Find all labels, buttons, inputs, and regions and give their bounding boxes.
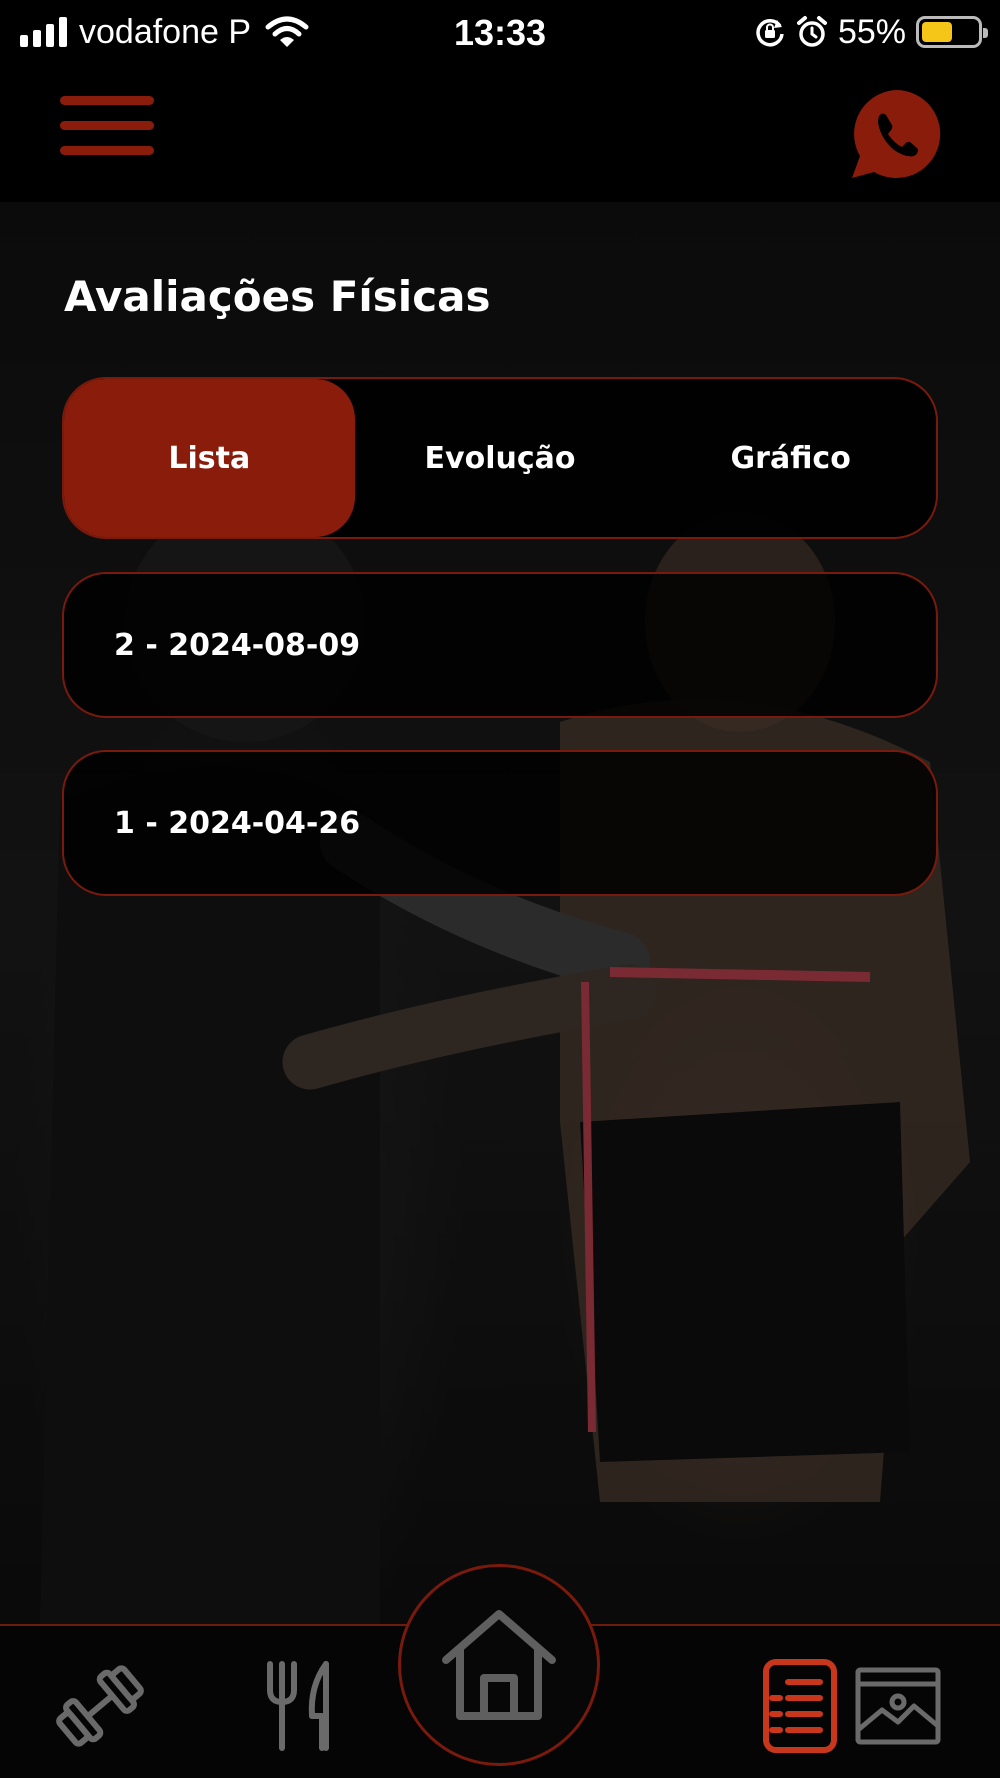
main-content: Avaliações Físicas Lista Evolução Gráfic… [0,202,1000,1624]
alarm-icon [796,16,827,47]
whatsapp-icon[interactable] [848,86,944,182]
home-icon [442,1610,556,1720]
nav-home[interactable] [398,1564,600,1766]
fork-knife-icon [267,1661,329,1751]
nav-nutrition[interactable] [250,1656,350,1756]
orientation-lock-icon [756,18,784,47]
battery-percent: 55% [837,12,906,51]
hamburger-menu-icon[interactable] [60,96,156,166]
gallery-icon [855,1667,941,1745]
tab-lista[interactable]: Lista [64,379,355,537]
dumbbell-icon [56,1665,144,1747]
tab-grafico[interactable]: Gráfico [645,379,936,537]
tab-bar: Lista Evolução Gráfico [62,377,938,539]
clipboard-list-icon [763,1659,837,1753]
nav-gallery[interactable] [848,1656,948,1756]
battery-icon [916,16,988,48]
tab-evolucao[interactable]: Evolução [355,379,646,537]
evaluation-list-item[interactable]: 1 - 2024-04-26 [62,750,938,896]
nav-workout[interactable] [50,1656,150,1756]
battery-fill [922,22,952,42]
page-title: Avaliações Físicas [64,272,491,321]
status-right: 55% [754,10,988,54]
nav-evaluations[interactable] [750,1656,850,1756]
battery-tip [983,28,988,38]
app-header [0,64,1000,202]
evaluation-list-item[interactable]: 2 - 2024-08-09 [62,572,938,718]
status-bar: vodafone P 13:33 55% [0,0,1000,64]
